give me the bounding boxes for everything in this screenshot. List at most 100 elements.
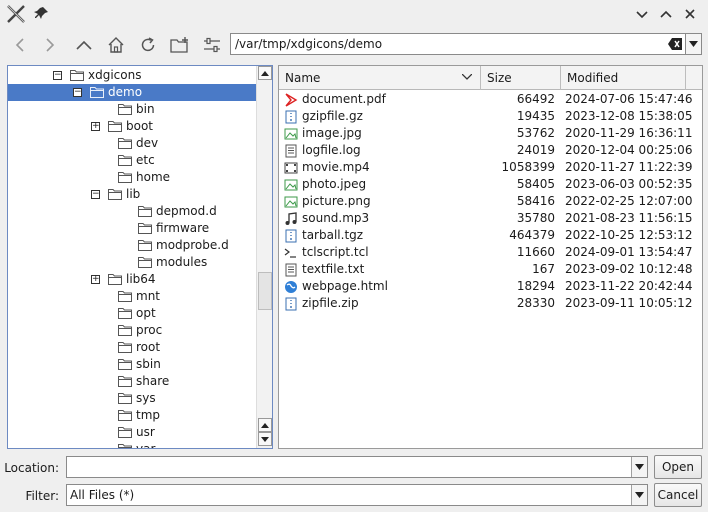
directory-tree[interactable]: − xdgicons − demo bin + boot dev etc home − lib depm… [7,65,273,449]
tree-item[interactable]: root [8,339,256,356]
folder-icon [118,426,132,438]
open-button[interactable]: Open [654,455,702,479]
path-input[interactable]: /var/tmp/xdgicons/demo [230,33,686,55]
folder-icon [108,273,122,285]
file-row[interactable]: tarball.tgz 464379 2022-10-25 12:53:12 [279,227,702,244]
up-button[interactable] [72,34,96,56]
new-folder-button[interactable] [168,34,192,56]
forward-button[interactable] [38,34,62,56]
tree-item[interactable]: modules [8,254,256,271]
minimize-icon[interactable] [634,6,650,22]
tree-item[interactable]: dev [8,135,256,152]
tree-item[interactable]: + lib64 [8,271,256,288]
file-size: 58405 [516,177,555,191]
tree-item[interactable]: sys [8,390,256,407]
file-name: textfile.txt [302,262,365,276]
file-modified: 2020-11-27 11:22:39 [565,160,693,174]
tree-item[interactable]: bin [8,101,256,118]
scroll-up-button-lower[interactable] [258,418,272,432]
file-row[interactable]: picture.png 58416 2022-02-25 12:07:00 [279,193,702,210]
app-icon [6,4,26,24]
expand-icon[interactable]: + [91,275,100,284]
column-header-modified[interactable]: Modified [561,66,686,90]
file-size: 167 [532,262,555,276]
folder-icon [70,69,84,81]
tree-item[interactable]: etc [8,152,256,169]
path-history-dropdown[interactable] [686,33,702,55]
filter-select[interactable]: All Files (*) [66,484,648,506]
image-icon [284,195,298,209]
file-row[interactable]: zipfile.zip 28330 2023-09-11 10:05:12 [279,295,702,312]
tree-item-label: var [136,442,156,449]
file-row[interactable]: textfile.txt 167 2023-09-02 10:12:48 [279,261,702,278]
tree-item-label: share [136,374,170,388]
file-row[interactable]: sound.mp3 35780 2021-08-23 11:56:15 [279,210,702,227]
tree-item[interactable]: − demo [8,84,256,101]
location-label: Location: [4,461,59,475]
collapse-icon[interactable]: − [91,190,100,199]
tree-item-label: lib64 [126,272,156,286]
maximize-icon[interactable] [658,6,674,22]
options-button[interactable] [200,34,224,56]
file-name: logfile.log [302,143,361,157]
tree-item[interactable]: home [8,169,256,186]
cancel-button[interactable]: Cancel [654,483,702,507]
collapse-icon[interactable]: − [73,88,82,97]
tree-item[interactable]: var [8,441,256,449]
pdf-icon [284,93,298,107]
tree-item[interactable]: depmod.d [8,203,256,220]
tree-item[interactable]: − xdgicons [8,67,256,84]
file-row[interactable]: gzipfile.gz 19435 2023-12-08 15:38:05 [279,108,702,125]
column-header-size[interactable]: Size [481,66,561,90]
file-modified: 2020-11-29 16:36:11 [565,126,693,140]
file-name: webpage.html [302,279,388,293]
file-row[interactable]: logfile.log 24019 2020-12-04 00:25:06 [279,142,702,159]
location-dropdown[interactable] [631,457,647,477]
close-icon[interactable] [682,6,698,22]
file-row[interactable]: webpage.html 18294 2023-11-22 20:42:44 [279,278,702,295]
tree-item[interactable]: opt [8,305,256,322]
location-input[interactable] [66,456,648,478]
file-name: photo.jpeg [302,177,367,191]
image-icon [284,127,298,141]
collapse-icon[interactable]: − [53,71,62,80]
tree-item[interactable]: − lib [8,186,256,203]
tree-item-label: opt [136,306,156,320]
file-row[interactable]: movie.mp4 1058399 2020-11-27 11:22:39 [279,159,702,176]
scroll-thumb[interactable] [258,272,272,310]
filter-dropdown[interactable] [631,485,647,505]
tree-item[interactable]: + boot [8,118,256,135]
tree-item[interactable]: proc [8,322,256,339]
home-button[interactable] [104,34,128,56]
tree-item[interactable]: tmp [8,407,256,424]
file-size: 66492 [516,92,555,106]
column-header-name[interactable]: Name [279,66,481,90]
tree-item[interactable]: mnt [8,288,256,305]
file-name: gzipfile.gz [302,109,363,123]
file-row[interactable]: tclscript.tcl 11660 2024-09-01 13:54:47 [279,244,702,261]
tree-item[interactable]: modprobe.d [8,237,256,254]
back-button[interactable] [8,34,32,56]
pin-icon[interactable] [34,6,48,20]
scroll-down-button[interactable] [258,432,272,446]
tree-item-label: mnt [136,289,160,303]
expand-icon[interactable]: + [91,122,100,131]
file-name: zipfile.zip [302,296,359,310]
file-name: image.jpg [302,126,362,140]
tree-item[interactable]: usr [8,424,256,441]
file-row[interactable]: photo.jpeg 58405 2023-06-03 00:52:35 [279,176,702,193]
tree-item[interactable]: sbin [8,356,256,373]
clear-path-icon[interactable] [668,38,682,50]
tree-scrollbar[interactable] [256,66,272,448]
tree-item[interactable]: firmware [8,220,256,237]
web-icon [284,280,298,294]
tree-item-label: boot [126,119,154,133]
file-row[interactable]: image.jpg 53762 2020-11-29 16:36:11 [279,125,702,142]
tree-item-label: modules [156,255,208,269]
file-size: 18294 [516,279,555,293]
scroll-up-button[interactable] [258,66,272,80]
tree-item[interactable]: share [8,373,256,390]
reload-button[interactable] [136,34,160,56]
file-row[interactable]: document.pdf 66492 2024-07-06 15:47:46 [279,91,702,108]
file-list[interactable]: Name Size Modified document.pdf 66492 2024… [278,65,703,449]
